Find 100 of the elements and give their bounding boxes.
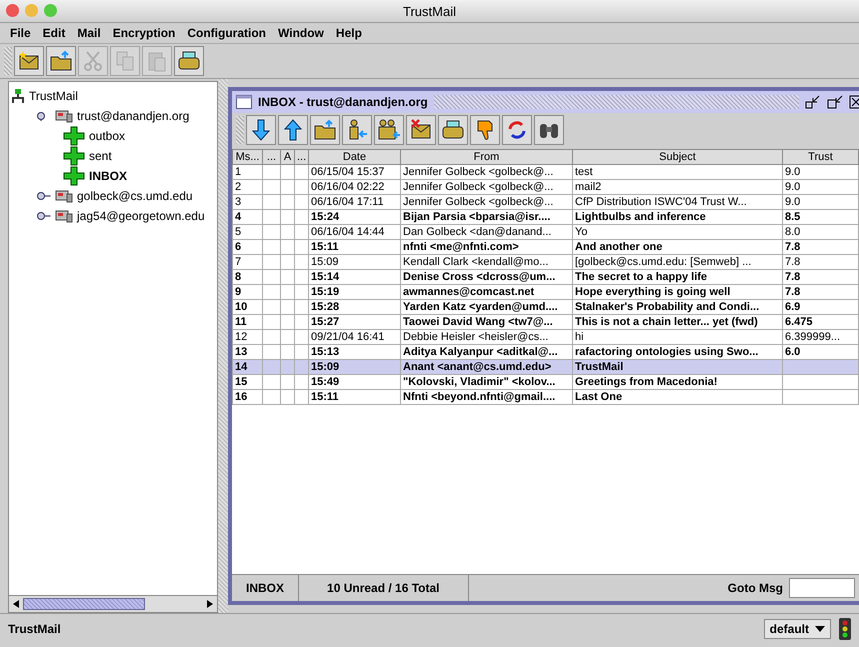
table-cell: 8.5: [785, 211, 800, 223]
table-cell: 7.8: [785, 271, 800, 283]
message-row[interactable]: 14 15:09 Anant <anant@cs.umd.edu> TrustMail: [232, 360, 858, 374]
close-button[interactable]: [6, 4, 19, 17]
tree-item[interactable]: golbeck@cs.umd.edu: [77, 189, 193, 203]
table-cell: 5: [235, 226, 242, 238]
delete-mail-button[interactable]: [406, 115, 436, 145]
person-in-button[interactable]: [342, 115, 372, 145]
split-handle[interactable]: [218, 79, 228, 613]
table-cell: Greetings from Macedonia!: [575, 376, 718, 388]
computer-icon: [55, 208, 73, 224]
table-cell: 9.0: [785, 181, 800, 193]
refresh-button[interactable]: [502, 115, 532, 145]
folder-up-icon: [49, 49, 73, 73]
table-cell: 7.8: [785, 286, 800, 298]
toolbar-grip[interactable]: [236, 116, 244, 144]
tree-item[interactable]: jag54@georgetown.edu: [77, 209, 205, 223]
message-row[interactable]: 9 15:19 awmannes@comcast.net Hope everything is going well 7.8: [232, 284, 858, 300]
message-row[interactable]: 4 15:24 Bijan Parsia <bparsia@isr.... Lightbulbs and inference 8.5: [232, 210, 858, 224]
up-icon: [281, 118, 305, 142]
menu-item[interactable]: Edit: [36, 26, 72, 40]
message-row[interactable]: 11 15:27 Taowei David Wang <tw7@... This is not a chain letter... yet (fwd) 6.475: [232, 314, 858, 330]
column-header[interactable]: Date: [308, 150, 400, 164]
print-button[interactable]: [174, 46, 204, 76]
table-cell: 10: [235, 301, 248, 313]
find-button[interactable]: [534, 115, 564, 145]
cut-icon: [81, 49, 105, 73]
minimize-icon[interactable]: [805, 95, 821, 109]
menu-item[interactable]: File: [4, 26, 37, 40]
table-cell: 3: [235, 196, 242, 208]
up-button[interactable]: [278, 115, 308, 145]
thumbs-down-button[interactable]: [470, 115, 500, 145]
menu-item[interactable]: Encryption: [106, 26, 182, 40]
table-cell: 11: [235, 316, 247, 328]
table-cell: This is not a chain letter... yet (fwd): [575, 316, 758, 328]
folder-label: INBOX: [232, 575, 300, 601]
column-header[interactable]: Trust: [782, 150, 858, 164]
column-header[interactable]: ...: [262, 150, 280, 164]
print-button[interactable]: [438, 115, 468, 145]
column-header[interactable]: Subject: [572, 150, 782, 164]
table-cell: test: [575, 166, 593, 178]
table-cell: Stalnaker's Probability and Condi...: [575, 301, 760, 313]
traffic-light-icon: [839, 618, 851, 640]
table-cell: Yarden Katz <yarden@umd....: [403, 301, 558, 313]
plus-icon: [63, 166, 85, 186]
menu-item[interactable]: Mail: [71, 26, 107, 40]
folder-up-button[interactable]: [310, 115, 340, 145]
tree-item[interactable]: trust@danandjen.org: [77, 109, 190, 123]
column-header[interactable]: From: [400, 150, 572, 164]
message-row[interactable]: 3 06/16/04 17:11 Jennifer Golbeck <golbeck@... CfP Distribution ISWC'04 Trust W... 9.0: [232, 194, 858, 210]
goto-field[interactable]: [789, 578, 855, 598]
menu-item[interactable]: Configuration: [181, 26, 272, 40]
tree-item[interactable]: sent: [89, 149, 112, 163]
table-cell: Aditya Kalyanpur <aditkal@...: [403, 346, 558, 358]
menu-item[interactable]: Help: [330, 26, 368, 40]
table-cell: 15:09: [311, 361, 340, 373]
people-in-button[interactable]: [374, 115, 404, 145]
tree-item[interactable]: INBOX: [89, 169, 128, 183]
column-header[interactable]: ...: [294, 150, 308, 164]
toolbar-grip[interactable]: [4, 47, 12, 75]
tree-item[interactable]: outbox: [89, 129, 126, 143]
maximize-icon[interactable]: [827, 95, 843, 109]
column-header[interactable]: Ms...: [232, 150, 262, 164]
table-cell: 9: [235, 286, 242, 298]
message-row[interactable]: 1 06/15/04 15:37 Jennifer Golbeck <golbeck@... test 9.0: [232, 164, 858, 180]
message-row[interactable]: 12 09/21/04 16:41 Debbie Heisler <heisler@cs... hi 6.399999...: [232, 330, 858, 344]
table-cell: 15:28: [311, 301, 340, 313]
table-cell: 06/16/04 14:44: [311, 226, 384, 238]
message-row[interactable]: 15 15:49 "Kolovski, Vladimir" <kolov... Greetings from Macedonia!: [232, 374, 858, 390]
table-cell: 06/15/04 15:37: [311, 166, 384, 178]
message-row[interactable]: 2 06/16/04 02:22 Jennifer Golbeck <golbeck@... mail2 9.0: [232, 180, 858, 194]
table-cell: 9.0: [785, 166, 800, 178]
message-row[interactable]: 10 15:28 Yarden Katz <yarden@umd.... Stalnaker's Probability and Condi... 6.9: [232, 300, 858, 314]
down-button[interactable]: [246, 115, 276, 145]
window-title: TrustMail: [403, 4, 456, 18]
message-row[interactable]: 16 15:11 Nfnti <beyond.nfnti@gmail.... Last One: [232, 390, 858, 404]
table-cell: 6.475: [785, 316, 813, 328]
collapsed-toggle-icon[interactable]: [37, 191, 51, 201]
close-icon[interactable]: [849, 95, 859, 109]
table-cell: Dan Golbeck <dan@danand...: [403, 226, 552, 238]
tree-item[interactable]: TrustMail: [29, 89, 78, 103]
table-cell: hi: [575, 331, 584, 343]
folder-up-button[interactable]: [46, 46, 76, 76]
table-cell: 15:11: [311, 391, 339, 403]
message-row[interactable]: 7 15:09 Kendall Clark <kendall@mo... [golbeck@cs.umd.edu: [Semweb] ... 7.8: [232, 254, 858, 270]
profile-dropdown[interactable]: default: [764, 619, 831, 639]
horizontal-scrollbar[interactable]: [9, 595, 217, 612]
status-text: TrustMail: [8, 622, 62, 636]
column-header[interactable]: A: [280, 150, 294, 164]
message-row[interactable]: 8 15:14 Denise Cross <dcross@um... The secret to a happy life 7.8: [232, 270, 858, 284]
message-count: 10 Unread / 16 Total: [299, 575, 468, 601]
scrollbar-thumb[interactable]: [23, 598, 145, 610]
message-row[interactable]: 6 15:11 nfnti <me@nfnti.com> And another one 7.8: [232, 240, 858, 254]
menu-item[interactable]: Window: [272, 26, 330, 40]
table-cell: Bijan Parsia <bparsia@isr....: [403, 211, 550, 223]
new-mail-button[interactable]: [14, 46, 44, 76]
table-cell: awmannes@comcast.net: [403, 286, 534, 298]
collapsed-toggle-icon[interactable]: [37, 211, 51, 221]
message-row[interactable]: 5 06/16/04 14:44 Dan Golbeck <dan@danand... Yo 8.0: [232, 224, 858, 240]
table-cell: 16: [235, 391, 248, 403]
